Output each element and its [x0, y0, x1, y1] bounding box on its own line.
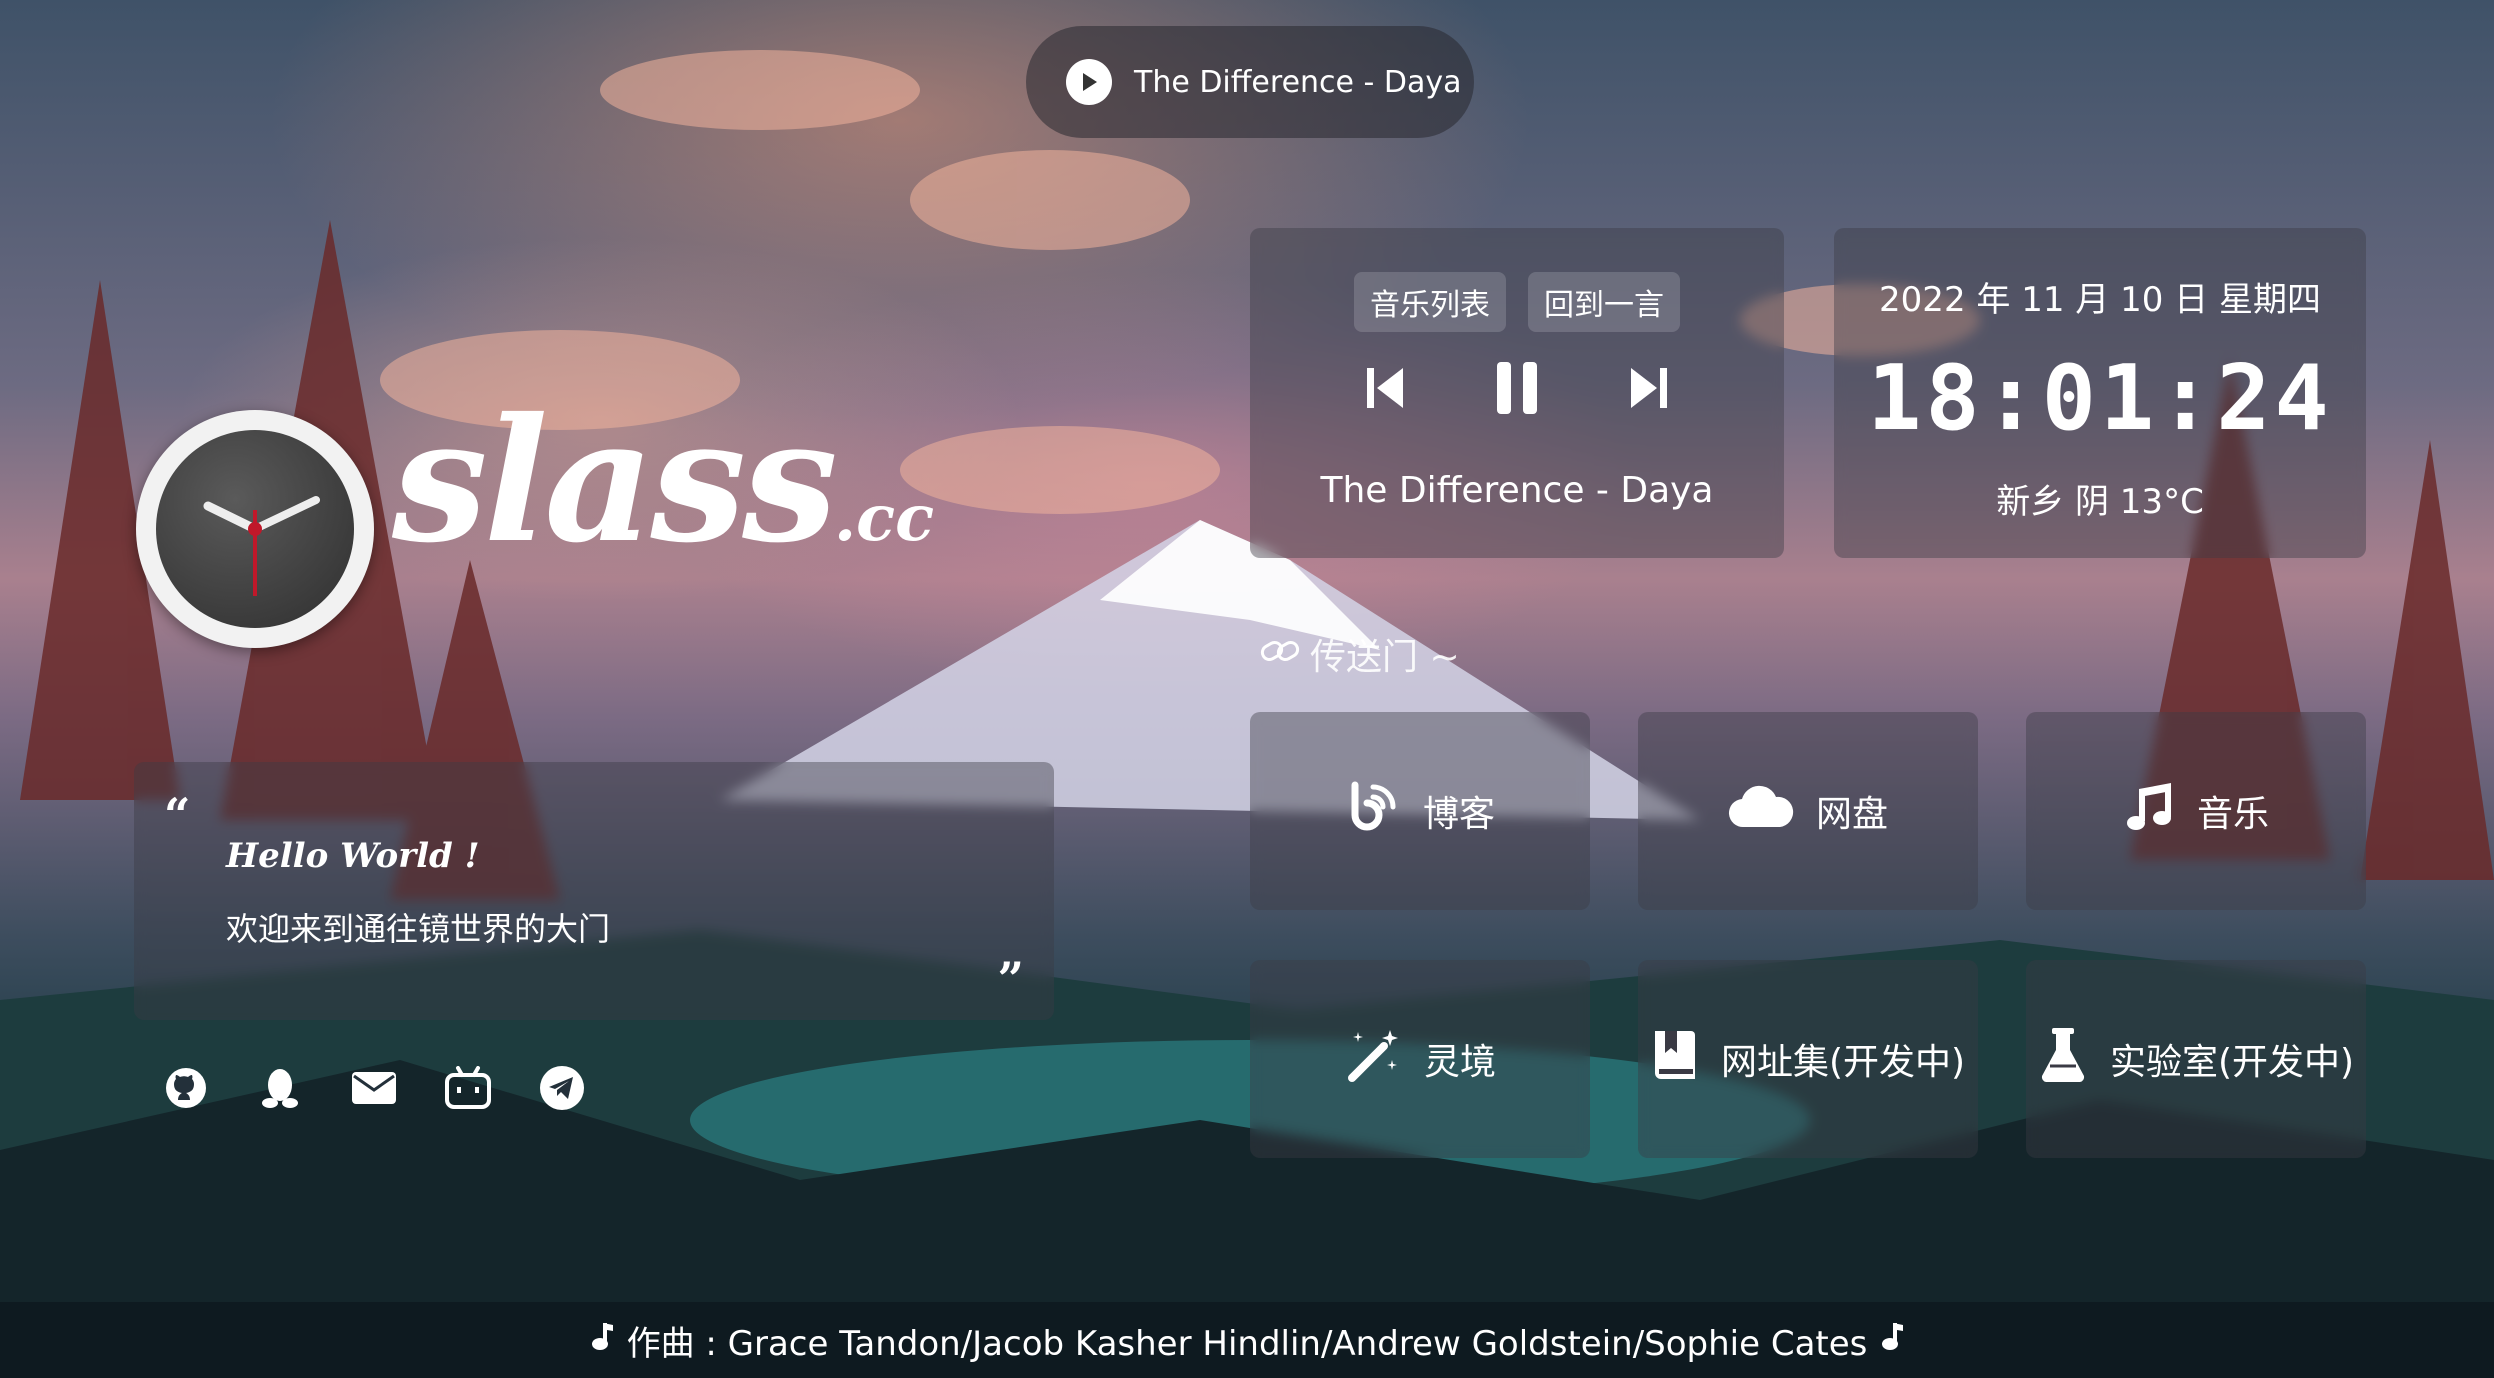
- clock-icon: [136, 410, 374, 648]
- quote-text: 欢迎来到通往镜世界的大门: [226, 910, 611, 948]
- weather-text: 新乡 阴 13°C: [1996, 482, 2204, 522]
- back-to-quote-button[interactable]: 回到一言: [1528, 272, 1680, 332]
- tile-label: 博客: [1422, 794, 1495, 835]
- digital-clock: 18:01:24: [1867, 346, 2333, 451]
- tile-label: 网盘: [1815, 794, 1888, 835]
- tile-music[interactable]: 音乐: [2026, 712, 2366, 910]
- date-text: 2022 年 11 月 10 日 星期四: [1879, 280, 2321, 320]
- cloud-icon: [1728, 785, 1794, 838]
- play-icon[interactable]: [1066, 59, 1112, 105]
- portal-heading: 传送门 ~: [1260, 628, 1460, 680]
- portal-label: 传送门 ~: [1310, 637, 1460, 678]
- tile-cloud-drive[interactable]: 网盘: [1638, 712, 1978, 910]
- music-note-icon: [2123, 781, 2175, 842]
- time-weather-panel: 2022 年 11 月 10 日 星期四 18:01:24 新乡 阴 13°C: [1834, 228, 2366, 558]
- quote-title: Hello World !: [226, 836, 480, 876]
- tile-blog[interactable]: 博客: [1250, 712, 1590, 910]
- tile-label: 实验室(开发中): [2109, 1042, 2355, 1083]
- telegram-icon[interactable]: [538, 1064, 586, 1112]
- bilibili-icon[interactable]: [444, 1064, 492, 1112]
- flask-icon: [2038, 1026, 2088, 1093]
- footer-credits-text: 作曲 : Grace Tandon/Jacob Kasher Hindlin/A…: [626, 1323, 1868, 1364]
- quote-panel: “ Hello World ! 欢迎来到通往镜世界的大门 ”: [134, 762, 1054, 1020]
- pause-icon[interactable]: [1493, 360, 1541, 420]
- quote-open-mark: “: [164, 788, 191, 842]
- tile-lingjing[interactable]: 灵境: [1250, 960, 1590, 1158]
- link-icon: [1260, 634, 1300, 675]
- music-player-panel: 音乐列表 回到一言 The Difference - Daya: [1250, 228, 1784, 558]
- top-now-playing[interactable]: The Difference - Daya: [1026, 26, 1474, 138]
- site-logo-text[interactable]: slass.cc: [392, 396, 934, 566]
- tile-url-collection[interactable]: 网址集(开发中): [1638, 960, 1978, 1158]
- music-note-icon: [1881, 1320, 1904, 1360]
- tile-label: 网址集(开发中): [1720, 1042, 1966, 1083]
- bookmark-book-icon: [1651, 1027, 1699, 1092]
- blog-icon: [1345, 779, 1401, 844]
- quote-close-mark: ”: [997, 952, 1024, 1006]
- qq-icon[interactable]: [256, 1064, 304, 1112]
- github-icon[interactable]: [162, 1064, 210, 1112]
- logo-suffix: .cc: [833, 481, 935, 556]
- tile-label: 音乐: [2196, 794, 2269, 835]
- next-icon[interactable]: [1629, 364, 1669, 416]
- previous-icon[interactable]: [1365, 364, 1405, 416]
- music-note-icon: [591, 1320, 613, 1360]
- social-links: [162, 1064, 586, 1112]
- logo-name: slass: [392, 381, 838, 581]
- mail-icon[interactable]: [350, 1064, 398, 1112]
- top-song-title: The Difference - Daya: [1134, 64, 1462, 100]
- tile-lab[interactable]: 实验室(开发中): [2026, 960, 2366, 1158]
- background-scene: [0, 50, 2494, 1378]
- tile-label: 灵境: [1423, 1042, 1496, 1083]
- music-list-button[interactable]: 音乐列表: [1354, 272, 1506, 332]
- footer-credits-bar: 作曲 : Grace Tandon/Jacob Kasher Hindlin/A…: [0, 1302, 2494, 1378]
- music-song-title: The Difference - Daya: [1320, 470, 1714, 511]
- magic-wand-icon: [1344, 1026, 1402, 1093]
